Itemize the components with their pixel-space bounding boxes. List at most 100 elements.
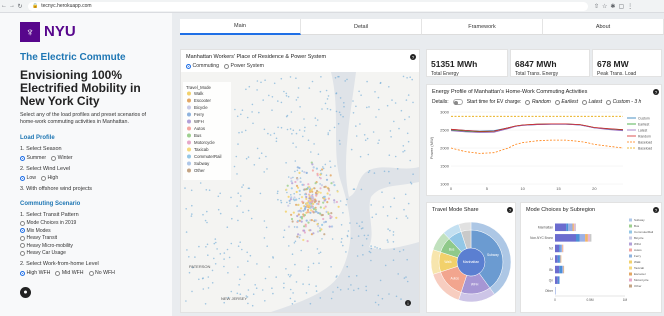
github-icon[interactable]: ● xyxy=(20,287,31,298)
bar-segment xyxy=(590,234,592,242)
ev-controls: Details: Start time for EV charge: Rando… xyxy=(432,99,641,105)
commuting-map[interactable]: Travel_Mode Walk Escooter Bicycle Ferry WFH A… xyxy=(181,72,419,312)
layer-option-power[interactable]: Power System xyxy=(224,63,264,69)
ev-option-latest[interactable]: Latest xyxy=(582,99,602,105)
help-icon[interactable]: ? xyxy=(653,89,659,95)
transit-option-micro[interactable]: Heavy Micro-mobility xyxy=(20,243,162,249)
subregion-bar-chart[interactable]: Manhattan Non-NYC Bronx NJ LI Bk Qn Other 0 0.5M… xyxy=(521,216,661,312)
bar-segment xyxy=(559,265,562,274)
legend-label: WFH xyxy=(634,242,641,246)
wfh-option-high[interactable]: High WFH xyxy=(20,270,50,276)
transit-option-2019[interactable]: Mode Choices in 2019 xyxy=(20,220,162,226)
back-icon[interactable]: ← xyxy=(0,3,8,9)
legend-swatch xyxy=(629,260,632,264)
legend-swatch xyxy=(187,161,191,166)
wind-option-low[interactable]: Low xyxy=(20,175,36,181)
bar-segment xyxy=(555,234,576,242)
bar-segment xyxy=(559,255,561,263)
transit-option-car[interactable]: Heavy Car Usage xyxy=(20,250,162,256)
help-icon[interactable]: ? xyxy=(410,54,416,60)
stat-value: 6847 MWh xyxy=(515,59,557,69)
legend-label: Autos xyxy=(194,126,205,131)
reload-icon[interactable]: ↻ xyxy=(16,3,24,10)
category-label: Qn xyxy=(549,278,553,282)
legend-label: Custom xyxy=(638,116,650,120)
legend-swatch xyxy=(629,272,632,276)
y-tick-label: 2000 xyxy=(440,145,450,150)
legend-label: Walk xyxy=(634,260,641,264)
season-option-summer[interactable]: Summer xyxy=(20,155,46,161)
energy-line-chart[interactable]: 1000 1500 2000 2500 3000 0 5 10 15 20 Power (MW) Cu… xyxy=(427,108,661,194)
legend-label: Other xyxy=(194,168,205,173)
help-icon[interactable]: ? xyxy=(653,207,659,213)
legend-label: Ferry xyxy=(194,112,205,117)
transit-label: 1. Select Transit Pattern xyxy=(20,212,79,218)
lock-icon: 🔒 xyxy=(32,3,39,9)
details-toggle[interactable] xyxy=(452,99,463,105)
bar-segment xyxy=(575,223,576,232)
pie-outer-slice xyxy=(458,221,472,232)
ev-option-earliest[interactable]: Earliest xyxy=(554,99,578,105)
bar-segment xyxy=(566,223,569,232)
y-tick-label: 1500 xyxy=(440,163,450,168)
transit-option-heavy-transit[interactable]: Heavy Transit xyxy=(20,235,162,241)
browser-toolbar: ← → ↻ 🔒 tecnyc.herokuapp.com ⇧ ☆ ✱ ▢ ⋮ xyxy=(0,0,664,13)
legend-label: Other xyxy=(634,284,642,288)
sidepanel-icon[interactable]: ▢ xyxy=(618,3,624,10)
legend-swatch xyxy=(187,147,191,152)
legend-label: Taxicab xyxy=(634,266,645,270)
logo-text: NYU xyxy=(44,23,76,40)
y-tick-label: 1000 xyxy=(440,181,450,186)
series-line xyxy=(450,139,624,154)
wfh-option-mid[interactable]: Mid WFH xyxy=(55,270,84,276)
stat-label: Total Trans. Energy xyxy=(515,71,559,77)
energy-card: Energy Profile of Manhattan's Home-Work … xyxy=(426,84,662,196)
legend-swatch xyxy=(629,284,632,288)
forward-icon[interactable]: → xyxy=(8,3,16,9)
wfh-option-none[interactable]: No WFH xyxy=(88,270,115,276)
tab-detail[interactable]: Detail xyxy=(301,19,422,35)
ev-option-random[interactable]: Random xyxy=(525,99,551,105)
category-label: Other xyxy=(545,289,554,293)
legend-swatch xyxy=(629,224,632,228)
tab-bar: Main Detail Framework About xyxy=(180,19,664,35)
x-tick-label: 1M xyxy=(623,298,628,302)
transit-radio-group: Mode Choices in 2019 Mix Modes Heavy Tra… xyxy=(20,220,162,256)
bar-segment xyxy=(555,286,556,295)
wfh-radio-group: High WFH Mid WFH No WFH xyxy=(20,270,162,276)
star-icon[interactable]: ☆ xyxy=(602,3,607,10)
stat-card-energy: 51351 MWh Total Energy xyxy=(426,49,508,77)
legend-swatch xyxy=(629,242,632,246)
bar-segment xyxy=(559,276,560,284)
help-icon[interactable]: ? xyxy=(507,207,513,213)
mode-share-sunburst[interactable]: Manhattan Subway WFH Autos Walk Bus xyxy=(427,216,515,312)
bar-segment xyxy=(587,234,590,242)
tab-framework[interactable]: Framework xyxy=(422,19,543,35)
load-profile-title: Load Profile xyxy=(20,135,55,141)
legend-label: CommuterRail xyxy=(634,230,654,234)
tab-about[interactable]: About xyxy=(543,19,664,35)
share-icon[interactable]: ⇧ xyxy=(594,3,599,10)
ev-option-custom[interactable]: Custom - 3 h xyxy=(606,99,641,105)
layer-option-commuting[interactable]: Commuting xyxy=(186,63,219,69)
extensions-icon[interactable]: ✱ xyxy=(610,3,615,10)
legend-swatch xyxy=(187,105,191,110)
y-tick-label: 2500 xyxy=(440,127,450,132)
wind-option-high[interactable]: High xyxy=(41,175,58,181)
address-bar[interactable]: 🔒 tecnyc.herokuapp.com xyxy=(28,1,588,11)
legend-label: Autos xyxy=(634,248,642,252)
page-heading: Envisioning 100% Electrified Mobility in… xyxy=(20,68,141,108)
details-label: Details: xyxy=(432,99,449,105)
bar-segment xyxy=(576,234,580,242)
season-option-winter[interactable]: Winter xyxy=(51,155,73,161)
x-tick-label: 10 xyxy=(520,186,525,191)
legend-label: Baseload xyxy=(638,146,652,150)
commuting-title: Commuting Scenario xyxy=(20,201,81,207)
legend-label: Bicycle xyxy=(194,105,208,110)
legend-label: Walk xyxy=(194,91,204,96)
tab-main[interactable]: Main xyxy=(180,19,301,35)
transit-option-mix[interactable]: Mix Modes xyxy=(20,228,162,234)
menu-icon[interactable]: ⋮ xyxy=(627,3,633,10)
info-icon[interactable]: i xyxy=(405,300,411,306)
legend-swatch xyxy=(187,112,191,117)
